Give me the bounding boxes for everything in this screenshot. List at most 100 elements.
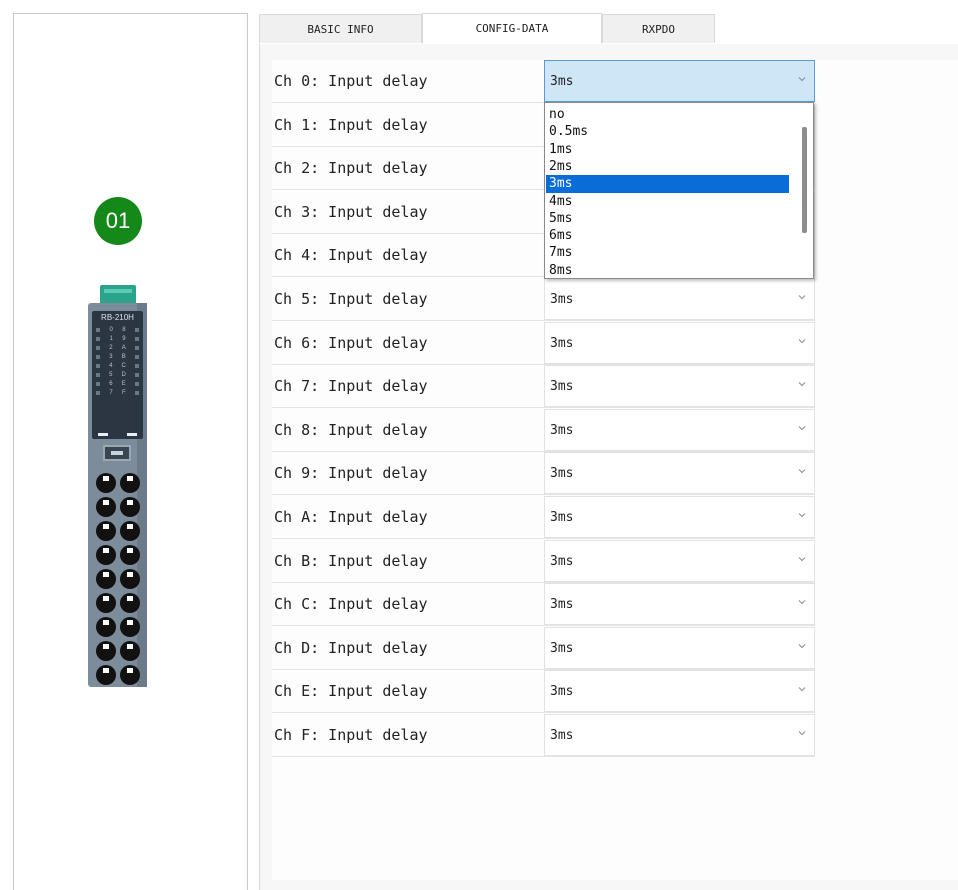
led-indicator [134,345,139,350]
input-delay-select[interactable]: 3ms [544,365,815,408]
led-label: 5 [109,371,113,378]
channel-label: Ch 7: Input delay [274,377,428,396]
dropdown-option[interactable]: 5ms [546,210,789,228]
led-indicator [96,372,100,377]
led-indicator [96,354,100,359]
terminal-hole [120,641,140,661]
channel-label: Ch 8: Input delay [274,420,428,439]
dropdown-option[interactable]: 2ms [546,158,789,176]
led-indicator [134,354,139,359]
channel-row: Ch 7: Input delay 3ms [272,365,815,409]
channel-row: Ch A: Input delay 3ms [272,496,815,539]
tab-config-data[interactable]: CONFIG-DATA [422,13,602,44]
input-delay-select[interactable]: 3ms [544,626,815,669]
led-grid: 08192A3B4C5D6E7F [96,325,139,397]
terminal-hole [96,593,116,613]
input-delay-select[interactable]: 3ms [544,539,815,582]
input-delay-value: 3ms [550,684,574,700]
chevron-down-icon [798,687,806,692]
io-module-image[interactable]: RB-210H 08192A3B4C5D6E7F [88,285,147,687]
input-delay-value: 3ms [550,379,574,395]
channel-row: Ch B: Input delay 3ms [272,539,815,583]
input-delay-select[interactable]: 3ms [544,452,815,495]
led-label: 8 [122,326,126,333]
led-label: F [122,389,126,396]
dropdown-option[interactable]: 0.5ms [546,123,789,141]
dropdown-option[interactable]: 8ms [546,262,789,280]
led-row: 19 [96,334,139,343]
dropdown-option[interactable]: 3ms [546,175,789,193]
dropdown-option[interactable]: 7ms [546,244,789,262]
input-delay-dropdown-list[interactable]: no 0.5ms 1ms 2ms 3ms 4ms 5ms 6ms 7ms 8ms [544,102,814,279]
tab-bar: BASIC INFO CONFIG-DATA RXPDO [259,13,958,45]
input-delay-select[interactable]: 3ms [544,408,815,451]
channel-label: Ch 2: Input delay [274,159,428,178]
slot-number-badge: 01 [94,197,142,245]
input-delay-select[interactable]: 3ms [544,278,815,320]
dropdown-option[interactable]: 6ms [546,227,789,245]
led-indicator [96,390,100,395]
module-tag-left [98,433,108,436]
dropdown-scrollbar-thumb[interactable] [802,127,807,233]
input-delay-select[interactable]: 3ms [544,583,815,626]
terminal-grid [96,471,140,687]
led-indicator [96,381,100,386]
terminal-row [96,519,140,543]
input-delay-select[interactable]: 3ms [544,496,815,538]
channel-label: Ch D: Input delay [274,638,428,657]
led-label: E [121,380,126,387]
led-label: C [121,362,126,369]
channel-label: Ch B: Input delay [274,551,428,570]
led-label: 7 [109,389,113,396]
terminal-row [96,591,140,615]
channel-label: Ch A: Input delay [274,508,428,526]
chevron-down-icon [798,556,806,561]
dropdown-scrollbar[interactable] [791,103,813,278]
input-delay-value: 3ms [550,728,574,743]
terminal-hole [96,521,116,541]
input-delay-select[interactable]: 3ms [544,321,815,364]
terminal-hole [120,617,140,637]
dropdown-option[interactable]: 1ms [546,141,789,159]
terminal-hole [120,521,140,541]
input-delay-select[interactable]: 3ms [544,60,815,102]
led-indicator [134,363,139,368]
input-delay-value: 3ms [550,422,574,438]
channel-label: Ch E: Input delay [274,682,428,701]
input-delay-value: 3ms [550,510,574,525]
terminal-hole [120,569,140,589]
tab-rxpdo[interactable]: RXPDO [602,14,715,43]
terminal-hole [96,545,116,565]
channel-row: Ch 9: Input delay 3ms [272,452,815,496]
chevron-down-icon [798,77,806,82]
dropdown-option[interactable]: no [546,106,789,124]
led-label: 1 [109,335,113,342]
led-indicator [96,363,100,368]
channel-row: Ch 6: Input delay 3ms [272,321,815,365]
terminal-row [96,615,140,639]
input-delay-select[interactable]: 3ms [544,670,815,713]
chevron-down-icon [798,295,806,300]
dropdown-option[interactable]: 4ms [546,193,789,211]
terminal-hole [96,473,116,493]
chevron-down-icon [798,425,806,431]
input-delay-value: 3ms [550,335,574,351]
input-delay-select[interactable]: 3ms [544,714,815,756]
module-model-label: RB-210H [101,313,134,322]
channel-label: Ch 4: Input delay [274,246,428,265]
input-delay-value: 3ms [550,292,574,307]
led-label: 9 [122,335,126,342]
led-indicator [96,327,100,332]
led-label: D [121,371,126,378]
terminal-hole [96,665,116,685]
tab-basic-info[interactable]: BASIC INFO [259,14,422,43]
led-label: B [121,353,126,360]
led-indicator [135,327,139,332]
terminal-row [96,495,140,519]
chevron-down-icon [798,600,806,605]
led-label: 0 [109,326,113,333]
input-delay-value: 3ms [550,466,574,482]
input-delay-value: 3ms [550,640,574,656]
channel-label: Ch 1: Input delay [274,115,428,134]
led-indicator [96,336,100,341]
